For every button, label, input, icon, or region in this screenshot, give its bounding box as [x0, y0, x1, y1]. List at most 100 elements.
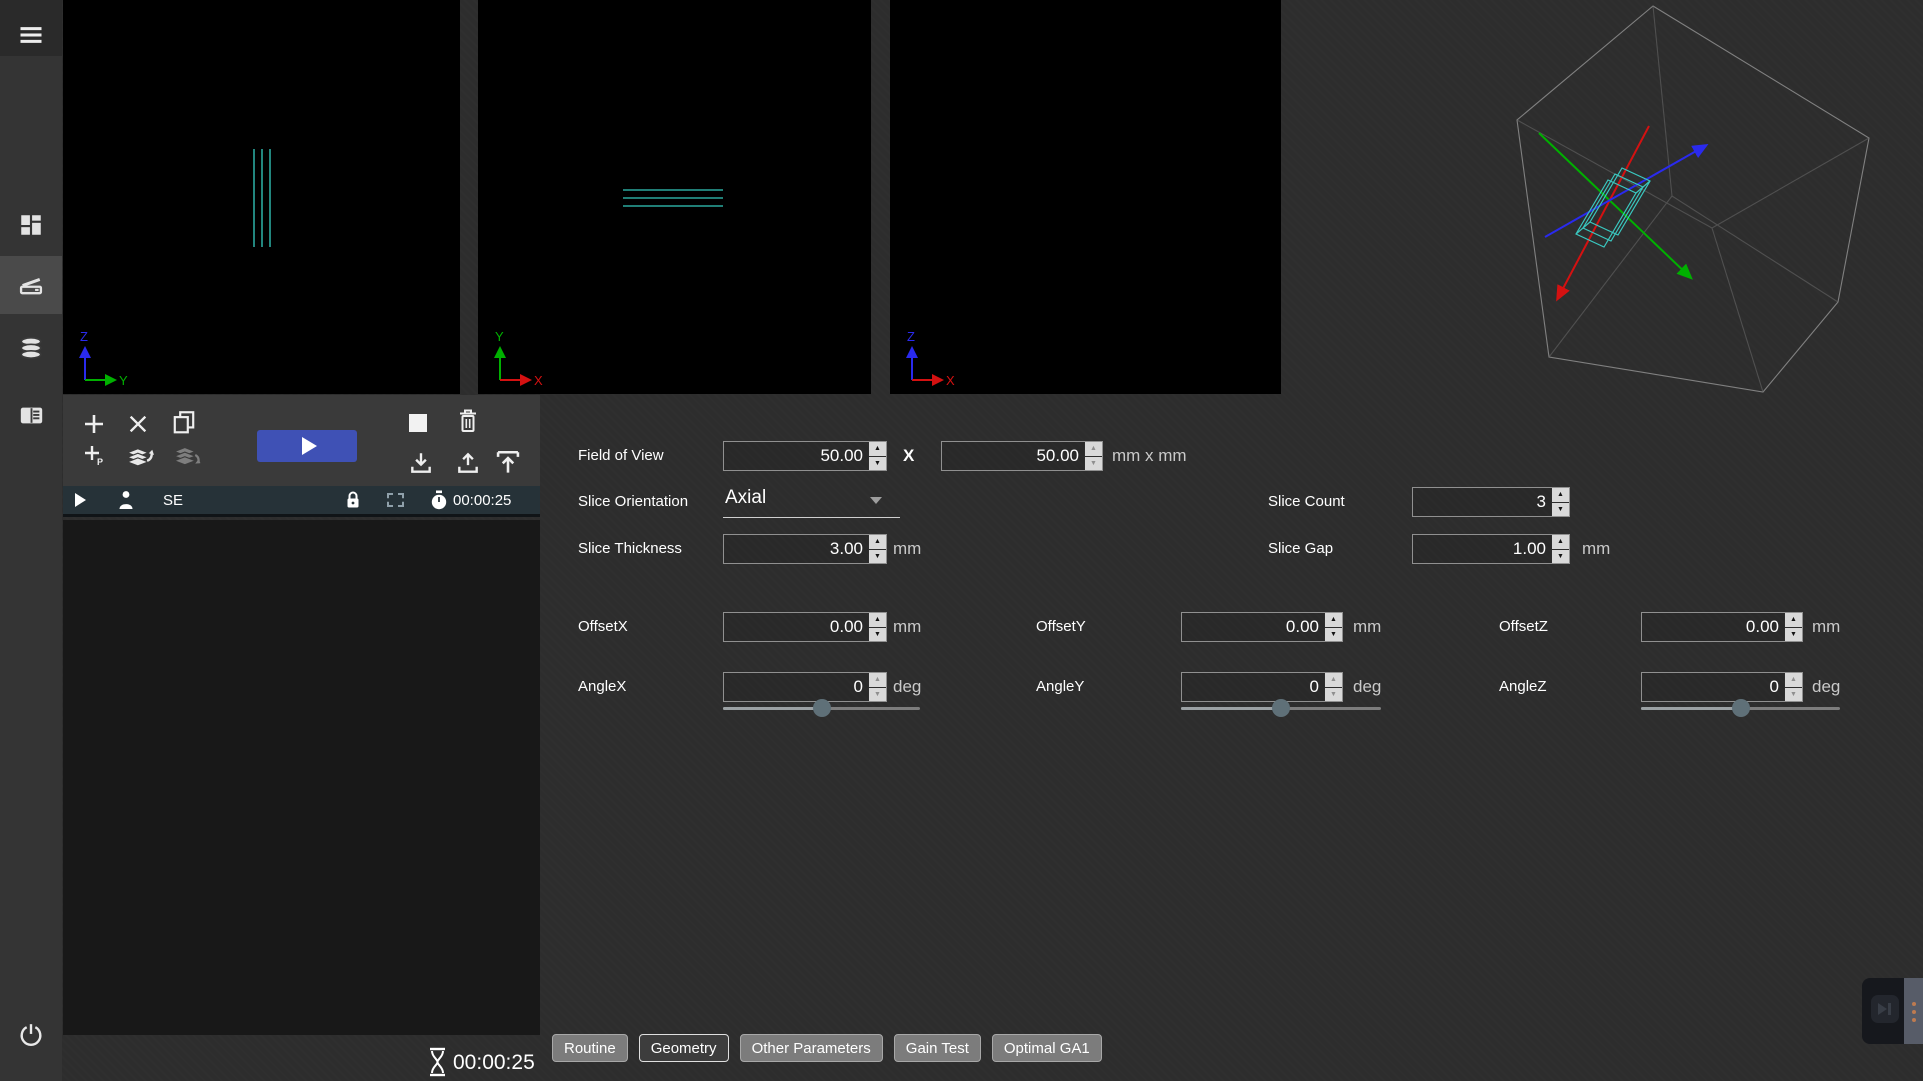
sidebar [0, 0, 62, 1081]
offset-x-label: OffsetX [578, 612, 628, 642]
offset-y-unit: mm [1353, 612, 1381, 642]
tab-geometry[interactable]: Geometry [639, 1034, 729, 1062]
copy-button[interactable] [167, 406, 201, 438]
angle-y-input[interactable] [1182, 673, 1324, 701]
slice-gap-label: Slice Gap [1268, 534, 1333, 564]
run-sequence-button[interactable] [257, 430, 357, 462]
sidebar-item-data[interactable] [0, 319, 62, 377]
slice-orientation-label: Slice Orientation [578, 487, 688, 517]
save-button[interactable] [451, 447, 485, 479]
slice-count-input-box: ▲▼ [1412, 487, 1570, 517]
drag-dots-icon [1912, 1002, 1916, 1022]
add-button[interactable] [77, 408, 111, 440]
angle-y-spinner[interactable]: ▲▼ [1324, 673, 1342, 701]
selection-box-icon[interactable] [387, 486, 404, 514]
offset-z-input[interactable] [1642, 613, 1784, 641]
fov-x-input[interactable] [724, 442, 868, 470]
fov-y-input-box: ▲▼ [941, 441, 1103, 471]
sidebar-item-scanner[interactable] [0, 256, 62, 314]
offset-x-input[interactable] [724, 613, 868, 641]
angle-z-spinner[interactable]: ▲▼ [1784, 673, 1802, 701]
tab-other-parameters[interactable]: Other Parameters [740, 1034, 883, 1062]
play-icon [302, 437, 317, 455]
sequence-row[interactable]: SE 00:00:25 [63, 486, 540, 517]
power-button[interactable] [0, 1006, 62, 1064]
angle-x-slider[interactable] [723, 698, 920, 718]
axis-label-vertical: Z [80, 330, 88, 344]
tab-routine[interactable]: Routine [552, 1034, 628, 1062]
offset-y-input[interactable] [1182, 613, 1324, 641]
axis-label-horizontal: Y [119, 373, 128, 388]
add-icon [82, 412, 106, 436]
publish-button[interactable] [491, 445, 525, 477]
layers-up-button[interactable] [122, 439, 156, 471]
media-skip-icon [1871, 995, 1899, 1023]
fov-unit: mm x mm [1112, 441, 1187, 471]
sequence-name: SE [163, 486, 183, 514]
layers-up-icon [124, 441, 154, 469]
tab-gain-test[interactable]: Gain Test [894, 1034, 981, 1062]
offset-x-spinner[interactable]: ▲▼ [868, 613, 886, 641]
axes-indicator: Z X [900, 330, 958, 390]
sidebar-item-log[interactable] [0, 386, 62, 444]
offset-z-spinner[interactable]: ▲▼ [1784, 613, 1802, 641]
stop-icon [409, 414, 427, 432]
stop-button[interactable] [401, 407, 435, 439]
viewport-3d[interactable] [1281, 0, 1923, 412]
dashboard-icon [18, 212, 44, 238]
angle-y-slider[interactable] [1181, 698, 1381, 718]
sequence-toolbar: P [63, 395, 540, 486]
offset-y-spinner[interactable]: ▲▼ [1324, 613, 1342, 641]
fov-x-spinner[interactable]: ▲▼ [868, 442, 886, 470]
slice-thickness-label: Slice Thickness [578, 534, 682, 564]
remove-button[interactable] [121, 408, 155, 440]
sidebar-item-dashboard[interactable] [0, 196, 62, 254]
viewport-yx[interactable]: Y X [478, 0, 871, 394]
upload-icon [455, 450, 481, 476]
delete-button[interactable] [451, 405, 485, 437]
add-point-button[interactable]: P [77, 439, 111, 471]
angle-z-input[interactable] [1642, 673, 1784, 701]
slider-thumb[interactable] [813, 699, 831, 717]
lock-icon [344, 486, 362, 514]
screen-capture-widget[interactable] [1862, 978, 1923, 1044]
offset-x-unit: mm [893, 612, 921, 642]
copy-icon [171, 409, 197, 435]
sequence-duration: 00:00:25 [453, 486, 511, 514]
fov-label: Field of View [578, 441, 664, 471]
trash-icon [456, 408, 480, 434]
load-button[interactable] [404, 447, 438, 479]
fov-separator: X [903, 441, 914, 471]
axis-label-vertical: Y [495, 330, 504, 344]
slider-thumb[interactable] [1732, 699, 1750, 717]
angle-x-spinner[interactable]: ▲▼ [868, 673, 886, 701]
slice-thickness-input[interactable] [724, 535, 868, 563]
slider-thumb[interactable] [1272, 699, 1290, 717]
viewport-zx[interactable]: Z X [890, 0, 1281, 394]
slice-gap-input-box: ▲▼ [1412, 534, 1570, 564]
slice-gap-spinner[interactable]: ▲▼ [1551, 535, 1569, 563]
sequence-play-button[interactable] [75, 486, 86, 514]
offset-z-input-box: ▲▼ [1641, 612, 1803, 642]
slice-gap-input[interactable] [1413, 535, 1551, 563]
download-icon [408, 450, 434, 476]
slice-count-input[interactable] [1413, 488, 1551, 516]
angle-z-slider[interactable] [1641, 698, 1840, 718]
fov-y-input[interactable] [942, 442, 1084, 470]
menu-button[interactable] [0, 6, 62, 64]
angle-x-input[interactable] [724, 673, 868, 701]
layers-down-button[interactable] [169, 439, 203, 471]
sequence-list[interactable] [63, 520, 540, 1035]
menu-icon [17, 21, 45, 49]
axis-label-horizontal: X [946, 373, 955, 388]
slice-orientation-select[interactable]: Axial [723, 482, 900, 518]
fov-x-input-box: ▲▼ [723, 441, 887, 471]
wireframe-cube [1517, 6, 1869, 392]
viewport-zy[interactable]: Z Y [63, 0, 460, 394]
slice-count-spinner[interactable]: ▲▼ [1551, 488, 1569, 516]
fov-y-spinner[interactable]: ▲▼ [1084, 442, 1102, 470]
slice-count-label: Slice Count [1268, 487, 1345, 517]
angle-x-label: AngleX [578, 672, 626, 702]
tab-optimal-ga1[interactable]: Optimal GA1 [992, 1034, 1102, 1062]
slice-thickness-spinner[interactable]: ▲▼ [868, 535, 886, 563]
